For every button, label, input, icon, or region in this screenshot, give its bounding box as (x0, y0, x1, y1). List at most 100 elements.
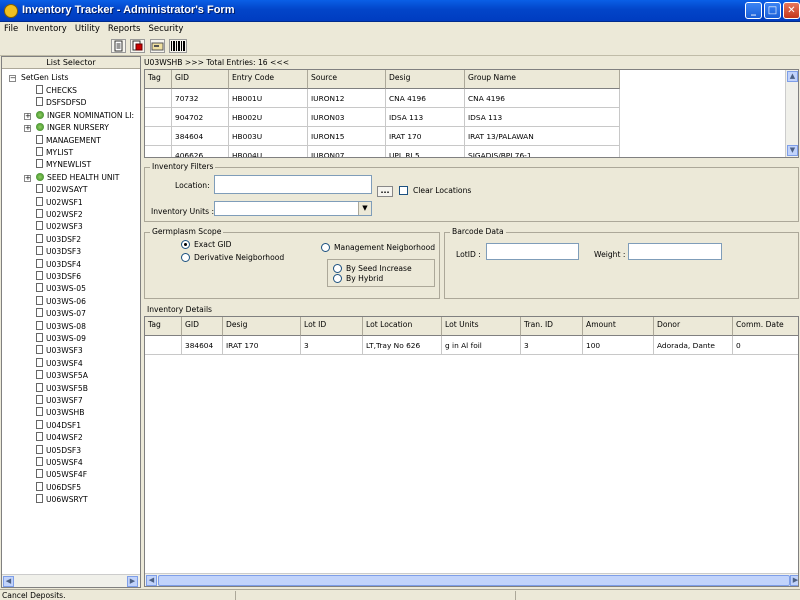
table-cell[interactable]: 70732 (172, 89, 229, 108)
exact-gid-radio[interactable] (181, 240, 190, 249)
by-hybrid-radio[interactable] (333, 274, 342, 283)
column-header[interactable]: Desig (386, 70, 465, 89)
lotid-input[interactable] (486, 243, 579, 260)
tree-item[interactable]: U02WSAYT (36, 184, 88, 196)
scroll-up-icon[interactable]: ▲ (787, 71, 798, 82)
table-cell[interactable]: IURON03 (308, 108, 386, 127)
table-cell[interactable]: 904702 (172, 108, 229, 127)
table-cell[interactable]: IDSA 113 (386, 108, 465, 127)
table-cell[interactable]: Adorada, Dante (654, 336, 733, 355)
table-cell[interactable]: LT,Tray No 626 (363, 336, 442, 355)
table-cell[interactable]: HB001U (229, 89, 308, 108)
table-cell[interactable] (145, 89, 172, 108)
expand-icon[interactable]: + (24, 125, 31, 133)
table-cell[interactable]: IRAT 13/PALAWAN (465, 127, 620, 146)
by-seed-increase-radio[interactable] (333, 264, 342, 273)
tree-item[interactable]: U03WS-06 (36, 295, 86, 308)
column-header[interactable]: GID (182, 317, 223, 336)
table-cell[interactable]: IURON15 (308, 127, 386, 146)
column-header[interactable]: Lot ID (301, 317, 363, 336)
column-header[interactable]: Amount (583, 317, 654, 336)
table-cell[interactable]: 0 (733, 336, 798, 355)
table-cell[interactable]: 384604 (182, 336, 223, 355)
column-header[interactable]: Group Name (465, 70, 620, 89)
minimize-button[interactable]: _ (745, 2, 762, 19)
column-header[interactable]: Source (308, 70, 386, 89)
column-header[interactable]: Entry Code (229, 70, 308, 89)
tree-item[interactable]: DSFSDFSD (36, 97, 86, 109)
horizontal-scrollbar[interactable]: ◀ ▶ (145, 573, 798, 586)
column-header[interactable]: Tag (145, 70, 172, 89)
inventory-units-select[interactable]: ▼ (214, 201, 372, 216)
column-header[interactable]: GID (172, 70, 229, 89)
column-header[interactable]: Tag (145, 317, 182, 336)
table-cell[interactable]: UPL RI 5 (386, 146, 465, 157)
tree-item[interactable]: MANAGEMENT (36, 134, 101, 147)
collapse-icon[interactable]: − (9, 75, 16, 82)
table-cell[interactable]: HB003U (229, 127, 308, 146)
weight-input[interactable] (628, 243, 722, 260)
table-cell[interactable]: IRAT 170 (386, 127, 465, 146)
close-button[interactable]: ✕ (783, 2, 800, 19)
scroll-right-icon[interactable]: ▶ (127, 576, 138, 587)
column-header[interactable]: Donor (654, 317, 733, 336)
tree-item[interactable]: U03WS-05 (36, 283, 86, 295)
table-cell[interactable]: IURON07 (308, 146, 386, 157)
table-cell[interactable]: CNA 4196 (465, 89, 620, 108)
maximize-button[interactable]: □ (764, 2, 781, 19)
inventory-details-grid[interactable]: Tag GID Desig Lot ID Lot Location Lot Units Tr… (144, 316, 799, 587)
tree-item[interactable]: U03DSF2 (36, 233, 81, 246)
tree-item[interactable]: U03DSF4 (36, 258, 81, 271)
tree-item[interactable]: U04WSF2 (36, 432, 83, 444)
tree-item[interactable]: U05DSF3 (36, 444, 81, 457)
browse-location-button[interactable]: ... (377, 186, 393, 197)
table-cell[interactable]: 3 (301, 336, 363, 355)
tree-item[interactable]: U03WS-07 (36, 308, 86, 320)
tree-item[interactable]: CHECKS (36, 85, 77, 97)
table-cell[interactable]: CNA 4196 (386, 89, 465, 108)
column-header[interactable]: Tran. ID (521, 317, 583, 336)
menu-inventory[interactable]: Inventory (22, 22, 71, 36)
tree-item[interactable]: U02WSF1 (36, 196, 83, 209)
table-cell[interactable] (145, 127, 172, 146)
card-icon[interactable] (150, 39, 165, 53)
chevron-down-icon[interactable]: ▼ (358, 202, 371, 215)
tree-item[interactable]: U03WSF7 (36, 395, 83, 407)
tree-item[interactable]: U03WS-08 (36, 320, 86, 333)
tree-item[interactable]: U05WSF4 (36, 457, 83, 469)
column-header[interactable]: Lot Units (442, 317, 521, 336)
tree-item[interactable]: U06DSF5 (36, 481, 81, 494)
table-cell[interactable]: 3 (521, 336, 583, 355)
tree-item[interactable]: U05WSF4F (36, 469, 87, 481)
tree-item[interactable]: U02WSF2 (36, 209, 83, 221)
table-cell[interactable] (145, 146, 172, 157)
location-input[interactable] (214, 175, 372, 194)
table-cell[interactable]: 100 (583, 336, 654, 355)
scroll-down-icon[interactable]: ▼ (787, 145, 798, 156)
tree-item[interactable]: U03WSF3 (36, 345, 83, 357)
tree-item[interactable]: U03WS-09 (36, 333, 86, 345)
table-cell[interactable]: 406626 (172, 146, 229, 157)
tree-item[interactable]: U03WSF5A (36, 370, 88, 382)
expand-icon[interactable]: + (24, 112, 31, 120)
barcode-icon[interactable] (169, 39, 187, 53)
tree-item[interactable]: + INGER NOMINATION LI: (24, 110, 134, 122)
table-cell[interactable] (145, 336, 182, 355)
menu-security[interactable]: Security (144, 22, 187, 36)
tree-item[interactable]: + INGER NURSERY (24, 122, 109, 134)
column-header[interactable]: Comm. Date (733, 317, 798, 336)
clear-locations-checkbox[interactable] (399, 186, 408, 195)
tree-item[interactable]: + SEED HEALTH UNIT (24, 172, 119, 184)
tree-item[interactable]: U02WSF3 (36, 221, 83, 233)
expand-icon[interactable]: + (24, 174, 31, 182)
tree-item[interactable]: U03WSF5B (36, 382, 88, 395)
table-cell[interactable]: 384604 (172, 127, 229, 146)
new-doc-icon[interactable] (111, 39, 126, 53)
print-icon[interactable] (130, 39, 145, 53)
tree-item[interactable]: U06WSRYT (36, 494, 88, 506)
column-header[interactable]: Desig (223, 317, 301, 336)
derivative-neighborhood-radio[interactable] (181, 253, 190, 262)
table-cell[interactable]: IRAT 170 (223, 336, 301, 355)
scroll-right-icon[interactable]: ▶ (790, 575, 798, 586)
tree-root[interactable]: − SetGen Lists (9, 72, 68, 84)
